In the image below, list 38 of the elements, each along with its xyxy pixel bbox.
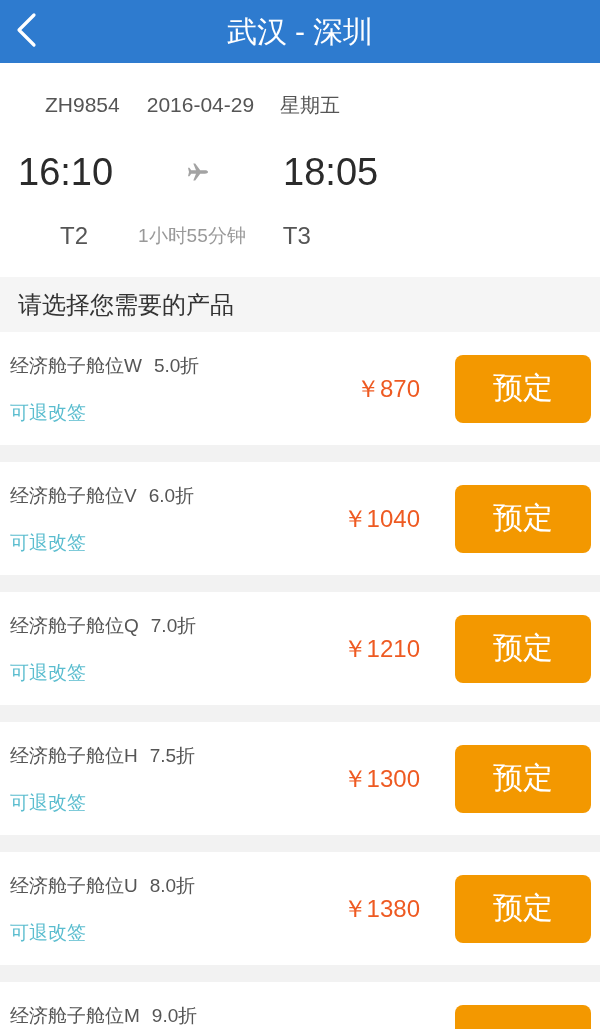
book-button[interactable]: 预定 bbox=[455, 874, 591, 943]
price: ￥1040 bbox=[342, 503, 420, 534]
cabin-class: 经济舱子舱位H bbox=[10, 744, 138, 768]
book-button[interactable]: 预定 bbox=[455, 484, 591, 553]
airplane-icon bbox=[187, 163, 210, 181]
discount: 6.0折 bbox=[148, 484, 195, 508]
section-title: 请选择您需要的产品 bbox=[18, 289, 234, 320]
page-title: 武汉 - 深圳 bbox=[226, 13, 374, 50]
arrival-terminal: T3 bbox=[282, 222, 311, 250]
refund-policy: 可退改签 bbox=[10, 661, 87, 685]
book-button[interactable]: 预定 bbox=[455, 744, 591, 813]
price: ￥1380 bbox=[342, 893, 420, 924]
discount: 7.5折 bbox=[149, 744, 196, 768]
cabin-class: 经济舱子舱位V bbox=[10, 484, 137, 508]
book-button[interactable]: 预定 bbox=[455, 614, 591, 683]
departure-terminal: T2 bbox=[60, 222, 88, 250]
price: ￥870 bbox=[355, 373, 420, 404]
flight-duration: 1小时55分钟 bbox=[138, 224, 246, 248]
refund-policy: 可退改签 bbox=[10, 401, 87, 425]
discount: 8.0折 bbox=[149, 874, 196, 898]
discount: 7.0折 bbox=[150, 614, 197, 638]
cabin-class: 经济舱子舱位Q bbox=[10, 614, 139, 638]
arrival-time: 18:05 bbox=[283, 150, 379, 194]
departure-time: 16:10 bbox=[18, 150, 114, 194]
cabin-class: 经济舱子舱位U bbox=[10, 874, 138, 898]
refund-policy: 可退改签 bbox=[10, 531, 87, 555]
refund-policy: 可退改签 bbox=[10, 921, 87, 945]
cabin-class: 经济舱子舱位M bbox=[10, 1004, 140, 1028]
discount: 9.0折 bbox=[151, 1004, 198, 1028]
weekday: 星期五 bbox=[280, 92, 341, 118]
book-button[interactable]: 预定 bbox=[455, 354, 591, 423]
discount: 5.0折 bbox=[153, 354, 200, 378]
flight-number: ZH9854 bbox=[45, 93, 120, 117]
price: ￥1300 bbox=[342, 763, 420, 794]
refund-policy: 可退改签 bbox=[10, 791, 87, 815]
flight-date: 2016-04-29 bbox=[146, 93, 255, 117]
price: ￥1210 bbox=[342, 633, 420, 664]
cabin-class: 经济舱子舱位W bbox=[10, 354, 142, 378]
